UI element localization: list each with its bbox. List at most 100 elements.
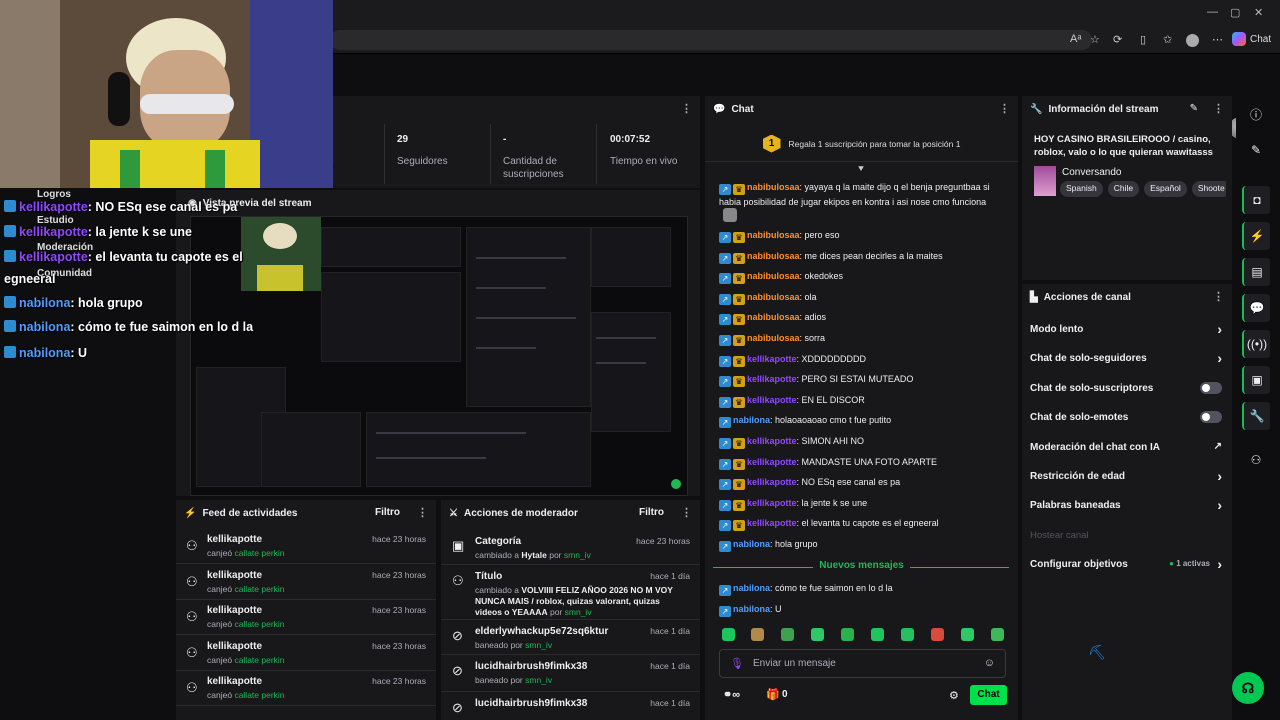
category-boxart[interactable] [1034, 166, 1056, 196]
info-menu-icon[interactable]: ⋮ [1213, 102, 1224, 115]
modactions-filter-button[interactable]: Filtro [639, 507, 664, 518]
emote-2-icon[interactable] [751, 628, 764, 641]
channel-action-row[interactable]: Palabras baneadas › [1022, 491, 1232, 520]
mod-action-item[interactable]: ⚇ Título cambiado a VOLVIIII FELIZ AÑOO 20… [441, 565, 700, 620]
chat-username[interactable]: nabibulosaa [747, 292, 800, 302]
broadcast-icon[interactable]: ((•)) [1242, 330, 1270, 358]
more-menu-icon[interactable]: ⋯ [1212, 33, 1223, 46]
tag-pill[interactable]: Español [1144, 181, 1187, 197]
chat-username[interactable]: nabilona [733, 604, 770, 614]
chat-message[interactable]: ↗ ♛ kellikapotte: NO ESq ese canal es pa [719, 475, 1009, 491]
feed-item[interactable]: ⚇ kellikapotte canjeó callate perkin hace 2… [176, 635, 436, 671]
category-name[interactable]: Conversando [1062, 167, 1121, 178]
chat-username[interactable]: nabilona [733, 539, 770, 549]
channel-action-row[interactable]: Chat de solo-seguidores › [1022, 344, 1232, 373]
emote-8-icon[interactable] [931, 628, 944, 641]
chat-message[interactable]: ↗ ♛ nabibulosaa: pero eso [719, 228, 1009, 243]
channel-action-row[interactable]: Restricción de edad › [1022, 462, 1232, 491]
chat-send-button[interactable]: Chat [970, 685, 1007, 705]
emote-10-icon[interactable] [991, 628, 1004, 641]
feed-user[interactable]: kellikapotte [207, 570, 262, 581]
minimize-icon[interactable]: — [1207, 6, 1218, 18]
split-screen-icon[interactable]: ▯ [1140, 33, 1146, 46]
emote-1-icon[interactable] [722, 628, 735, 641]
emote-4-icon[interactable] [811, 628, 824, 641]
favorite-star-icon[interactable]: ☆ [1090, 33, 1100, 46]
modactions-rail-icon[interactable]: ▣ [1242, 366, 1270, 394]
chat-message[interactable]: ↗ ♛ nabibulosaa: sorra [719, 331, 1009, 346]
chat-username[interactable]: nabibulosaa [747, 333, 800, 343]
chat-message[interactable]: ↗ ♛ kellikapotte: PERO SI ESTAI MUTEADO [719, 372, 1009, 388]
mod-action-by[interactable]: smn_iv [525, 640, 552, 650]
chat-username[interactable]: nabilona [733, 583, 770, 593]
chat-username[interactable]: nabibulosaa [747, 312, 800, 322]
favorites-icon[interactable]: ✩ [1163, 33, 1172, 46]
chat-message[interactable]: ↗ nabilona: hola grupo [719, 537, 1009, 552]
chat-message[interactable]: ↗ nabilona: cómo te fue saimon en lo d la [719, 581, 1009, 596]
bolt-icon[interactable]: ⚡ [1242, 222, 1270, 250]
channel-action-row[interactable]: Moderación del chat con IA ↗ [1022, 433, 1232, 462]
chat-username[interactable]: kellikapotte [747, 436, 797, 446]
maximize-icon[interactable]: ▢ [1230, 6, 1240, 19]
chat-username[interactable]: kellikapotte [747, 374, 797, 384]
chat-input[interactable]: 🎙 Enviar un mensaje ☺ [719, 649, 1006, 678]
pinned-collapse-icon[interactable]: ⯆ [857, 164, 865, 175]
mod-action-by[interactable]: smn_iv [564, 550, 591, 560]
document-icon[interactable]: ▤ [1242, 258, 1270, 286]
tag-pill[interactable]: Chile [1107, 181, 1140, 197]
channel-action-row[interactable]: Chat de solo-suscriptores [1022, 374, 1232, 403]
emote-7-icon[interactable] [901, 628, 914, 641]
chat-settings-icon[interactable]: ⚙ [949, 689, 959, 702]
channel-action-row[interactable]: Configurar objetivos ● 1 activas › [1022, 550, 1232, 579]
feed-item[interactable]: ⚇ kellikapotte canjeó callate perkin hace 2… [176, 528, 436, 564]
extensions-icon[interactable]: ⟳ [1113, 33, 1122, 46]
emote-6-icon[interactable] [871, 628, 884, 641]
chat-username[interactable]: nabibulosaa [747, 182, 800, 192]
chat-username[interactable]: kellikapotte [747, 477, 797, 487]
feed-user[interactable]: kellikapotte [207, 641, 262, 652]
points-icon[interactable]: 🎁 [766, 688, 780, 701]
toggle-switch[interactable] [1200, 381, 1222, 394]
feed-item[interactable]: ⚇ kellikapotte canjeó callate perkin hace 2… [176, 564, 436, 600]
emote-5-icon[interactable] [841, 628, 854, 641]
help-support-button[interactable]: ☊ [1232, 672, 1264, 704]
feed-user[interactable]: kellikapotte [207, 676, 262, 687]
read-aloud-icon[interactable]: Aᵃ [1070, 33, 1081, 45]
actions-menu-icon[interactable]: ⋮ [1213, 290, 1224, 303]
chat-username[interactable]: nabibulosaa [747, 230, 800, 240]
feed-user[interactable]: kellikapotte [207, 534, 262, 545]
chat-message[interactable]: ↗ ♛ kellikapotte: el levanta tu capote es … [719, 516, 1009, 532]
chat-username[interactable]: kellikapotte [747, 395, 797, 405]
mod-action-by[interactable]: smn_iv [565, 607, 592, 617]
chat-message[interactable]: ↗ ♛ kellikapotte: la jente k se une [719, 496, 1009, 511]
chat-message[interactable]: ↗ ♛ kellikapotte: EN EL DISCOR [719, 393, 1009, 408]
chat-message[interactable]: ↗ ♛ nabibulosaa: me dices pean decirles a … [719, 249, 1009, 264]
modactions-menu-icon[interactable]: ⋮ [681, 506, 692, 519]
emote-3-icon[interactable] [781, 628, 794, 641]
gift-banner[interactable]: 1 Regala 1 suscripción para tomar la pos… [705, 126, 1018, 162]
chat-message[interactable]: ↗ ♛ nabibulosaa: yayaya q la maite dijo q … [719, 180, 1009, 209]
close-icon[interactable]: ✕ [1254, 6, 1263, 19]
feed-user[interactable]: kellikapotte [207, 605, 262, 616]
chat-username[interactable]: nabibulosaa [747, 271, 800, 281]
channel-action-row[interactable]: Chat de solo-emotes [1022, 403, 1232, 432]
feed-item[interactable]: ⚇ kellikapotte canjeó callate perkin hace 2… [176, 599, 436, 635]
camera-icon[interactable]: ◘ [1242, 186, 1270, 214]
tag-pill[interactable]: Shoote [1191, 181, 1226, 197]
emote-picker-icon[interactable]: ☺ [984, 657, 995, 669]
stats-menu-icon[interactable]: ⋮ [681, 102, 692, 115]
pencil-icon[interactable]: ✎ [1242, 136, 1270, 164]
chat-username[interactable]: nabibulosaa [747, 251, 800, 261]
chat-message[interactable]: ↗ ♛ kellikapotte: XDDDDDDDDD [719, 352, 1009, 367]
mod-action-item[interactable]: ⊘ lucidhairbrush9fimkx38 hace 1 día [441, 692, 700, 720]
address-input[interactable] [330, 30, 1092, 50]
mic-icon[interactable]: 🎙 [730, 657, 744, 670]
copilot-button[interactable]: Chat [1232, 32, 1271, 46]
watch-streak-icon[interactable]: ⚭∞ [723, 688, 740, 701]
mod-action-item[interactable]: ⊘ elderlywhackup5e72sq6ktur baneado por sm… [441, 620, 700, 655]
toggle-switch[interactable] [1200, 411, 1222, 424]
tag-pill[interactable]: Spanish [1060, 181, 1103, 197]
chat-message[interactable]: ↗ nabilona: holaoaoaoao cmo t fue putito [719, 413, 1009, 429]
info-icon[interactable]: ⓘ [1242, 100, 1270, 128]
chat-message[interactable]: ↗ ♛ nabibulosaa: adios [719, 310, 1009, 326]
